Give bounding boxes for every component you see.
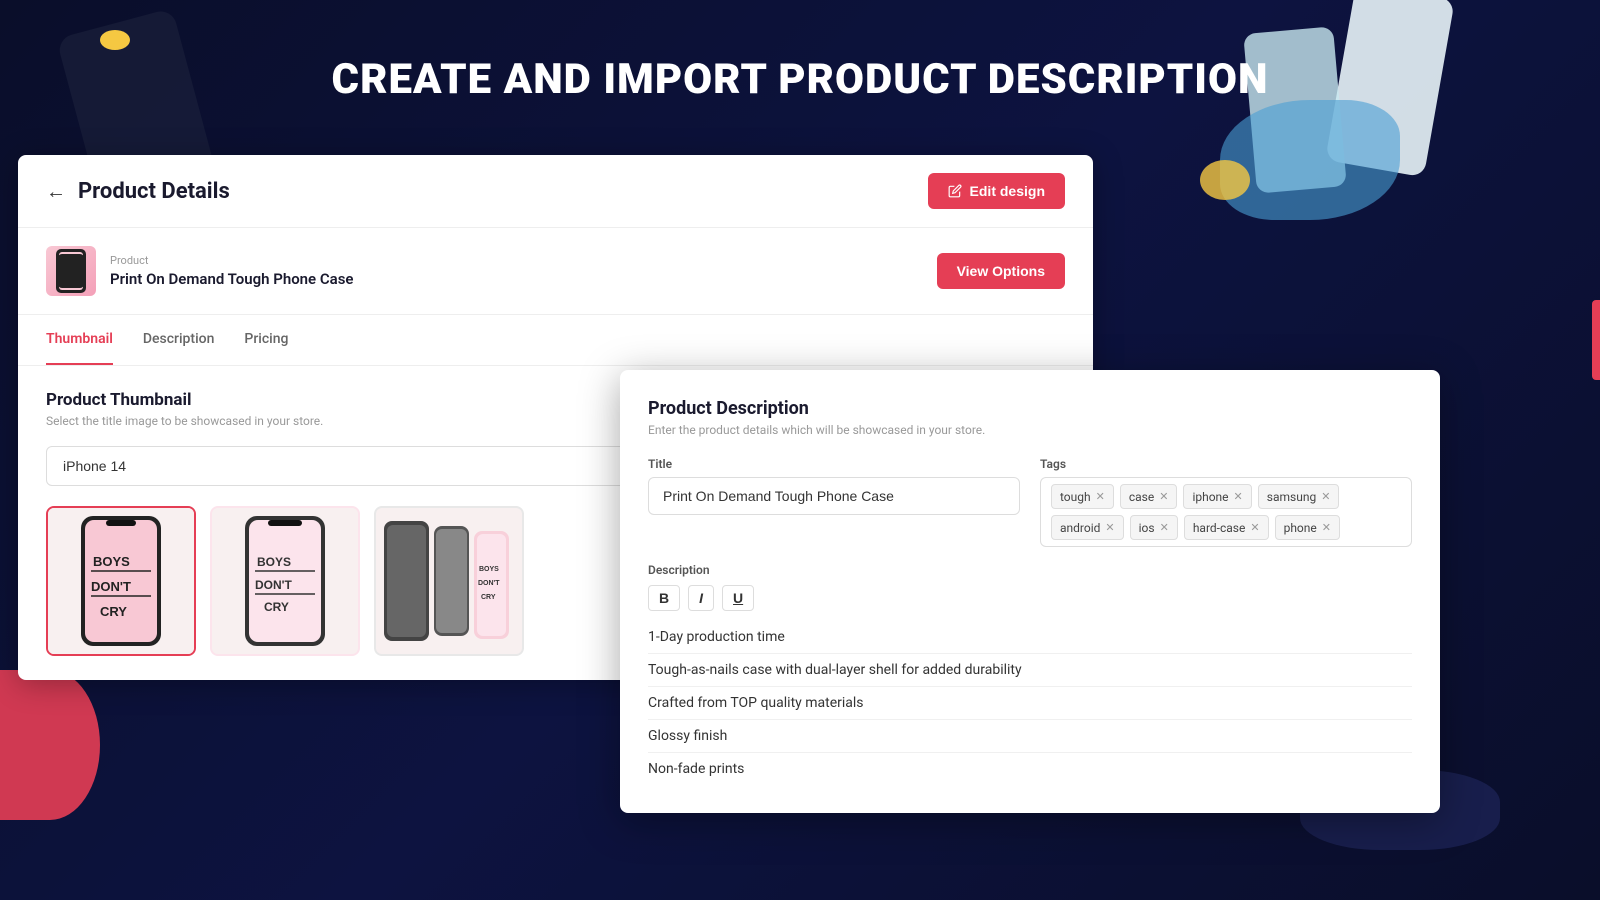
thumbnail-image-2[interactable]: BOYS DON'T CRY xyxy=(210,506,360,656)
tags-container[interactable]: tough✕case✕iphone✕samsung✕android✕ios✕ha… xyxy=(1040,477,1412,547)
svg-text:BOYS: BOYS xyxy=(479,566,499,573)
description-section: Description B I U 1-Day production timeT… xyxy=(648,563,1412,785)
tag-remove-icon[interactable]: ✕ xyxy=(1160,521,1169,534)
tag-remove-icon[interactable]: ✕ xyxy=(1234,490,1243,503)
tabs-bar: Thumbnail Description Pricing xyxy=(18,315,1093,366)
product-name: Print On Demand Tough Phone Case xyxy=(110,270,354,288)
bg-blob-yellow xyxy=(100,30,130,50)
tags-label: Tags xyxy=(1040,457,1412,471)
title-input[interactable] xyxy=(648,477,1020,515)
svg-text:CRY: CRY xyxy=(264,600,289,614)
svg-text:DON'T: DON'T xyxy=(91,579,131,594)
phone-case-img-1: BOYS DON'T CRY xyxy=(48,508,194,654)
edit-design-label: Edit design xyxy=(970,183,1045,199)
tag-remove-icon[interactable]: ✕ xyxy=(1105,521,1114,534)
card-title: Product Details xyxy=(78,179,230,204)
tag-chip: iphone ✕ xyxy=(1183,484,1251,509)
tag-label: samsung xyxy=(1267,490,1316,504)
svg-text:CRY: CRY xyxy=(100,604,127,619)
product-info-text: Product Print On Demand Tough Phone Case xyxy=(110,254,354,288)
svg-text:DON'T: DON'T xyxy=(62,271,84,278)
desc-form-row: Title Tags tough✕case✕iphone✕samsung✕and… xyxy=(648,457,1412,547)
desc-panel-subtitle: Enter the product details which will be … xyxy=(648,423,1412,437)
tag-chip: android ✕ xyxy=(1051,515,1124,540)
bg-blob-yellow2 xyxy=(1200,160,1250,200)
tag-chip: ios ✕ xyxy=(1130,515,1178,540)
phone-case-svg-3: BOYS DON'T CRY xyxy=(379,511,519,651)
tag-chip: case ✕ xyxy=(1120,484,1178,509)
svg-text:BOYS: BOYS xyxy=(257,555,291,569)
page-title-bar: CREATE AND IMPORT PRODUCT DESCRIPTION xyxy=(0,55,1600,104)
tab-pricing[interactable]: Pricing xyxy=(244,315,288,365)
description-list-item: Tough-as-nails case with dual-layer shel… xyxy=(648,654,1412,687)
product-info-left: BOYS DON'T CRY Product Print On Demand T… xyxy=(46,246,354,296)
view-options-button[interactable]: View Options xyxy=(937,253,1065,289)
phone-case-svg-2: BOYS DON'T CRY xyxy=(230,511,340,651)
page-title: CREATE AND IMPORT PRODUCT DESCRIPTION xyxy=(0,55,1600,104)
underline-button[interactable]: U xyxy=(722,585,754,611)
product-thumb-icon: BOYS DON'T CRY xyxy=(51,247,91,295)
desc-panel-title: Product Description xyxy=(648,398,1412,419)
description-list: 1-Day production timeTough-as-nails case… xyxy=(648,621,1412,785)
thumbnail-image-1[interactable]: BOYS DON'T CRY xyxy=(46,506,196,656)
description-list-item: 1-Day production time xyxy=(648,621,1412,654)
edit-icon xyxy=(948,184,962,198)
tag-label: tough xyxy=(1060,490,1091,504)
phone-case-svg-1: BOYS DON'T CRY xyxy=(66,511,176,651)
svg-text:CRY: CRY xyxy=(65,280,80,287)
tag-remove-icon[interactable]: ✕ xyxy=(1250,521,1259,534)
tag-remove-icon[interactable]: ✕ xyxy=(1096,490,1105,503)
description-label: Description xyxy=(648,563,1412,577)
svg-text:BOYS: BOYS xyxy=(63,262,83,269)
bold-button[interactable]: B xyxy=(648,585,680,611)
product-label: Product xyxy=(110,254,354,267)
bg-blob-blue xyxy=(1220,100,1400,220)
bg-blob-dark2 xyxy=(0,670,100,820)
italic-button[interactable]: I xyxy=(688,585,714,611)
tag-label: phone xyxy=(1284,521,1317,535)
thumbnail-image-3[interactable]: BOYS DON'T CRY xyxy=(374,506,524,656)
description-list-item: Non-fade prints xyxy=(648,753,1412,785)
phone-case-img-2: BOYS DON'T CRY xyxy=(212,508,358,654)
card-header-left: ← Product Details xyxy=(46,179,230,204)
tab-description[interactable]: Description xyxy=(143,315,215,365)
back-arrow-icon[interactable]: ← xyxy=(46,179,66,204)
product-info-row: BOYS DON'T CRY Product Print On Demand T… xyxy=(18,228,1093,315)
tag-remove-icon[interactable]: ✕ xyxy=(1322,521,1331,534)
edit-design-button[interactable]: Edit design xyxy=(928,173,1065,209)
tag-chip: phone ✕ xyxy=(1275,515,1340,540)
right-accent xyxy=(1592,300,1600,380)
product-description-panel: Product Description Enter the product de… xyxy=(620,370,1440,813)
tag-remove-icon[interactable]: ✕ xyxy=(1321,490,1330,503)
description-list-item: Crafted from TOP quality materials xyxy=(648,687,1412,720)
tag-label: case xyxy=(1129,490,1154,504)
tag-chip: tough ✕ xyxy=(1051,484,1114,509)
svg-text:CRY: CRY xyxy=(481,594,496,601)
tag-label: hard-case xyxy=(1193,521,1246,535)
tag-label: iphone xyxy=(1192,490,1228,504)
tab-thumbnail[interactable]: Thumbnail xyxy=(46,315,113,365)
tag-chip: hard-case ✕ xyxy=(1184,515,1269,540)
tag-label: android xyxy=(1060,521,1100,535)
svg-text:DON'T: DON'T xyxy=(255,578,293,592)
tags-field: Tags tough✕case✕iphone✕samsung✕android✕i… xyxy=(1040,457,1412,547)
card-header: ← Product Details Edit design xyxy=(18,155,1093,228)
phone-case-img-3: BOYS DON'T CRY xyxy=(376,508,522,654)
description-list-item: Glossy finish xyxy=(648,720,1412,753)
svg-text:DON'T: DON'T xyxy=(478,580,500,587)
product-thumbnail-small: BOYS DON'T CRY xyxy=(46,246,96,296)
title-field: Title xyxy=(648,457,1020,547)
title-label: Title xyxy=(648,457,1020,471)
svg-text:BOYS: BOYS xyxy=(93,554,130,569)
editor-toolbar: B I U xyxy=(648,585,1412,611)
tag-chip: samsung ✕ xyxy=(1258,484,1340,509)
tag-label: ios xyxy=(1139,521,1155,535)
tag-remove-icon[interactable]: ✕ xyxy=(1159,490,1168,503)
